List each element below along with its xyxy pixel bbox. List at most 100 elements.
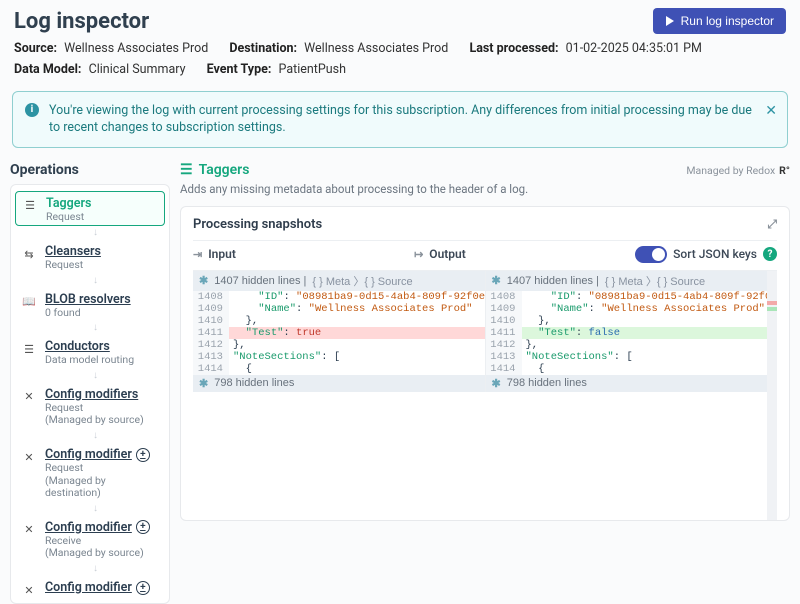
code-line: 1409 "Name": "Wellness Associates Prod" [486, 303, 778, 315]
meta-bar: Source: Wellness Associates Prod Destina… [0, 38, 800, 91]
data-model-value: Clinical Summary [89, 62, 186, 77]
source-label: Source: [14, 41, 57, 56]
operation-icon: 📖 [21, 294, 37, 310]
arrow-down-icon: ↓ [26, 323, 165, 333]
help-icon[interactable]: ? [763, 247, 777, 261]
redox-logo-icon: R° [779, 164, 790, 177]
fold-footer[interactable]: ✱ 798 hidden lines [193, 375, 485, 392]
operation-subtext: Request [45, 462, 159, 475]
fold-icon: ✱ [199, 274, 208, 287]
line-number: 1413 [486, 351, 522, 363]
code-line: 1408 "ID": "08981ba9-0d15-4ab4-809f-92f0… [193, 291, 485, 303]
code-text: }, [522, 315, 778, 327]
operation-managed-by: (Managed by source) [45, 414, 159, 427]
line-number: 1410 [193, 315, 229, 327]
snapshots-title: Processing snapshots [193, 217, 322, 232]
code-line: 1413"NoteSections": [ [193, 351, 485, 363]
operation-icon: ✕ [21, 449, 37, 465]
code-line: 1410 }, [486, 315, 778, 327]
code-text: "Name": "Wellness Associates Prod" [522, 303, 778, 315]
operation-item-cleansers[interactable]: ⇆ CleansersRequest [15, 240, 165, 274]
operation-title: Cleansers [45, 244, 101, 259]
fold-icon: ✱ [492, 377, 501, 390]
expand-icon[interactable]: ⤢ [767, 217, 777, 232]
run-log-inspector-button[interactable]: Run log inspector [653, 8, 786, 34]
source-value: Wellness Associates Prod [64, 41, 208, 56]
line-number: 1409 [486, 303, 522, 315]
line-number: 1408 [193, 291, 229, 303]
operation-title: Taggers [46, 196, 91, 211]
output-label: Output [429, 247, 465, 261]
detail-title: ☰ Taggers [180, 162, 249, 178]
diff-minimap[interactable] [767, 271, 777, 520]
fold-header[interactable]: ✱ 1407 hidden lines | { } Meta 〉{ } Sour… [193, 271, 485, 291]
input-icon: ⇥ [193, 248, 202, 261]
page-title: Log inspector [14, 9, 149, 34]
operation-icon: ⇆ [21, 246, 37, 262]
data-model-label: Data Model: [14, 62, 81, 77]
code-line: 1414 { [193, 363, 485, 375]
arrow-down-icon: ↓ [26, 564, 165, 574]
arrow-down-icon: ↓ [26, 504, 165, 514]
operation-icon: ☰ [21, 341, 37, 357]
operations-list: ☰TaggersRequest↓⇆CleansersRequest↓📖BLOB … [10, 184, 170, 604]
add-icon[interactable]: + [136, 581, 150, 595]
code-line: 1414 { [486, 363, 778, 375]
code-line: 1413"NoteSections": [ [486, 351, 778, 363]
operation-title: Conductors [45, 339, 110, 354]
run-button-label: Run log inspector [681, 14, 774, 28]
operation-subtext: 0 found [45, 307, 159, 320]
code-text: "Name": "Wellness Associates Prod" [229, 303, 485, 315]
operation-item-conductors[interactable]: ☰ ConductorsData model routing [15, 335, 165, 369]
diff-output-column: ✱ 1407 hidden lines | { } Meta 〉{ } Sour… [485, 271, 778, 392]
code-line: 1411 "Test": false [486, 327, 778, 339]
line-number: 1410 [486, 315, 522, 327]
code-text: }, [229, 315, 485, 327]
code-text: { [522, 363, 778, 375]
line-number: 1413 [193, 351, 229, 363]
line-number: 1409 [193, 303, 229, 315]
line-number: 1408 [486, 291, 522, 303]
operation-icon: ✕ [21, 522, 37, 538]
operation-item-config-modifiers[interactable]: ✕Config modifiersRequest(Managed by sour… [15, 383, 165, 429]
list-icon: ☰ [180, 162, 193, 178]
input-label: Input [208, 247, 236, 261]
processing-snapshots-panel: Processing snapshots ⤢ ⇥ Input ↦ Output … [180, 206, 790, 521]
operation-title: Config modifier+ [45, 580, 150, 595]
operation-item-config-modifier[interactable]: ✕Config modifier+Receive(Managed by sour… [15, 516, 165, 562]
fold-header[interactable]: ✱ 1407 hidden lines | { } Meta 〉{ } Sour… [486, 271, 778, 291]
operation-item-config-modifier[interactable]: ✕Config modifier+ [15, 576, 165, 600]
code-text: "ID": "08981ba9-0d15-4ab4-809f-92f0e3444… [229, 291, 485, 303]
sort-json-label: Sort JSON keys [673, 247, 757, 261]
line-number: 1414 [486, 363, 522, 375]
operation-item-config-modifier[interactable]: ✕ Config modifier+Request(Managed by dest… [15, 443, 165, 502]
code-text: "Test": false [522, 327, 778, 339]
operations-heading: Operations [10, 162, 170, 178]
operation-subtext: Request [46, 211, 158, 224]
output-icon: ↦ [414, 248, 423, 261]
operation-managed-by: (Managed by destination) [45, 475, 159, 500]
sort-json-toggle[interactable] [635, 246, 667, 263]
operation-icon: ☰ [22, 198, 38, 214]
event-type-label: Event Type: [207, 62, 272, 77]
add-icon[interactable]: + [136, 448, 150, 462]
add-icon[interactable]: + [136, 520, 150, 534]
arrow-down-icon: ↓ [26, 431, 165, 441]
line-number: 1411 [193, 327, 229, 339]
code-line: 1411 "Test": true [193, 327, 485, 339]
operation-subtext: Request [45, 259, 159, 272]
fold-footer[interactable]: ✱ 798 hidden lines [486, 375, 778, 392]
operation-item-blob-resolvers[interactable]: 📖BLOB resolvers0 found [15, 288, 165, 322]
operation-title: Config modifier+ [45, 447, 150, 462]
diff-input-column: ✱ 1407 hidden lines | { } Meta 〉{ } Sour… [193, 271, 485, 392]
operation-subtext: Data model routing [45, 354, 159, 367]
banner-close-button[interactable]: ✕ [765, 102, 777, 122]
code-text: "NoteSections": [ [522, 351, 778, 363]
arrow-down-icon: ↓ [26, 276, 165, 286]
code-line: 1410 }, [193, 315, 485, 327]
arrow-down-icon: ↓ [26, 371, 165, 381]
operation-title: Config modifier+ [45, 520, 150, 535]
operation-item-taggers[interactable]: ☰ TaggersRequest [15, 191, 165, 227]
code-line: 1412}, [193, 339, 485, 351]
diff-viewer[interactable]: ✱ 1407 hidden lines | { } Meta 〉{ } Sour… [193, 270, 777, 520]
